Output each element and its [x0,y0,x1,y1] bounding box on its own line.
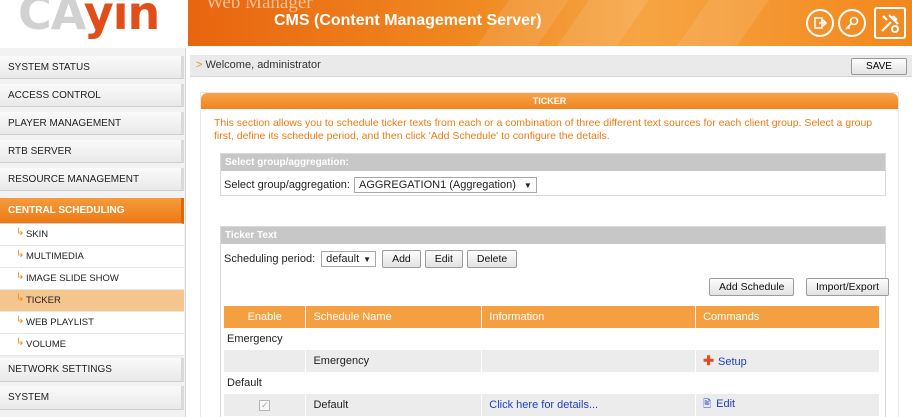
column-header-schedule-name: Schedule Name [305,306,483,328]
details-link[interactable]: Click here for details... [489,399,598,411]
enable-checkbox[interactable]: ✓ [259,400,271,411]
import-export-button[interactable]: Import/Export [806,278,890,296]
commands-cell: ✚ Setup [695,350,880,372]
logo-text: CAyin [18,0,160,40]
edit-period-button[interactable]: Edit [424,250,463,268]
schedule-name-cell: Default [305,394,483,416]
logout-icon[interactable] [806,9,834,37]
header: CAyin Web Manager CMS (Content Managemen… [0,0,912,46]
sidebar-item-label: CENTRAL SCHEDULING [8,205,125,216]
sidebar-item-label: SYSTEM STATUS [8,61,90,73]
table-row: ✓ Default Click here for details... 🖹 Edi… [224,394,880,416]
sidebar-item-label: ACCESS CONTROL [8,89,101,101]
enable-cell [224,350,307,372]
group-row-default: Default [224,372,880,394]
sidebar-item-access-control[interactable]: ACCESS CONTROL [0,84,184,107]
sidebar-item-label: PLAYER MANAGEMENT [8,117,122,129]
subitem-ticker[interactable]: ↳ TICKER [0,290,184,312]
information-cell: Click here for details... [481,394,697,416]
logo[interactable]: CAyin [0,0,185,46]
save-button[interactable]: SAVE [851,58,907,75]
panel-description: This section allows you to schedule tick… [214,117,873,142]
subitem-arrow-icon: ↳ [16,315,25,326]
subitem-multimedia[interactable]: ↳ MULTIMEDIA [0,246,184,268]
column-header-information: Information [481,306,697,328]
ticker-box-title: Ticker Text [221,227,885,244]
group-name: Emergency [224,328,880,350]
sidebar-item-player-management[interactable]: PLAYER MANAGEMENT [0,112,184,135]
group-row-emergency: Emergency [224,328,880,350]
subitem-volume[interactable]: ↳ VOLUME [0,334,184,356]
welcome-text: > Welcome, administrator [196,59,321,71]
subitem-arrow-icon: ↳ [16,227,25,238]
group-selection-box: Select group/aggregation: Select group/a… [220,153,886,196]
chevron-down-icon: ▼ [523,180,532,190]
scheduling-period-label: Scheduling period: [224,253,316,265]
information-cell [481,350,697,372]
ticker-panel: TICKER This section allows you to schedu… [200,92,899,417]
setup-link[interactable]: ✚ Setup [703,353,747,368]
sidebar-item-network-settings[interactable]: NETWORK SETTINGS [0,358,184,382]
group-box-title: Select group/aggregation: [221,154,885,171]
plus-icon: ✚ [703,353,715,368]
schedule-name-cell: Emergency [305,350,483,372]
sidebar-item-system-status[interactable]: SYSTEM STATUS [0,56,184,79]
add-schedule-button[interactable]: Add Schedule [709,278,795,296]
subitem-arrow-icon: ↳ [16,271,25,282]
subitem-web-playlist[interactable]: ↳ WEB PLAYLIST [0,312,184,334]
column-header-commands: Commands [695,306,880,328]
sidebar-item-label: SYSTEM [8,392,50,403]
group-select[interactable]: AGGREGATION1 (Aggregation) ▼ [353,177,537,193]
group-select-label: Select group/aggregation: [224,179,350,191]
column-header-enable: Enable [224,306,307,328]
key-icon[interactable] [838,9,866,37]
subitem-skin[interactable]: ↳ SKIN [0,224,184,246]
commands-cell: 🖹 Edit [695,394,880,416]
ticker-text-box: Ticker Text Scheduling period: default ▼… [220,226,890,417]
sidebar-item-label: RESOURCE MANAGEMENT [8,173,140,185]
subitem-arrow-icon: ↳ [16,337,25,348]
scheduling-period-value: default [326,253,360,265]
sidebar-item-label: NETWORK SETTINGS [8,364,112,375]
panel-title: TICKER [201,93,898,109]
sidebar-item-system[interactable]: SYSTEM [0,386,184,410]
table-row: Emergency ✚ Setup [224,350,880,372]
sidebar-item-label: RTB SERVER [8,145,72,157]
sidebar-item-resource-management[interactable]: RESOURCE MANAGEMENT [0,168,184,191]
app-title: CMS (Content Management Server) [274,12,542,29]
subitem-arrow-icon: ↳ [16,293,25,304]
tools-icon[interactable] [874,7,906,39]
enable-cell: ✓ [224,394,307,416]
add-period-button[interactable]: Add [382,250,421,268]
subitem-arrow-icon: ↳ [16,249,25,260]
sidebar-item-central-scheduling[interactable]: CENTRAL SCHEDULING [0,198,184,224]
sidebar-item-rtb-server[interactable]: RTB SERVER [0,140,184,163]
table-header-row: Enable Schedule Name Information Command… [224,306,880,328]
welcome-bar: > Welcome, administrator [190,55,912,77]
banner: Web Manager CMS (Content Management Serv… [188,0,912,46]
group-name: Default [224,372,880,394]
sidebar: SYSTEM STATUS ACCESS CONTROL PLAYER MANA… [0,48,186,417]
subitem-image-slide-show[interactable]: ↳ IMAGE SLIDE SHOW [0,268,184,290]
scheduling-period-select[interactable]: default ▼ [321,251,377,267]
delete-period-button[interactable]: Delete [466,250,518,268]
schedule-table: Enable Schedule Name Information Command… [224,306,880,416]
edit-link[interactable]: 🖹 Edit [703,398,735,410]
group-select-value: AGGREGATION1 (Aggregation) [358,179,516,191]
edit-icon: 🖹 [703,398,712,410]
chevron-down-icon: ▼ [363,254,372,264]
